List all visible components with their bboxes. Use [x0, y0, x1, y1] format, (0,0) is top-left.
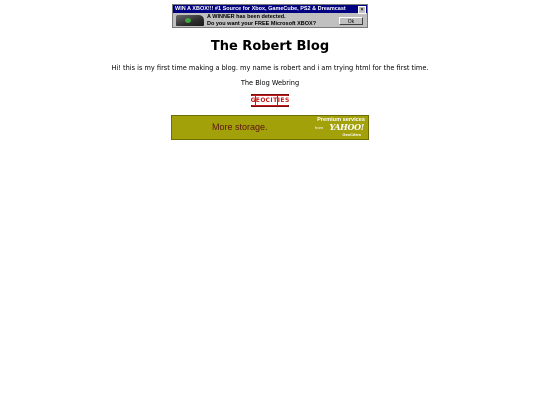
logo-letter: E: [255, 96, 260, 105]
logo-letter: O: [260, 96, 266, 105]
xbox-console-icon: [176, 15, 204, 26]
ad-from-label: from: [315, 125, 323, 130]
intro-paragraph: Hi! this is my first time making a blog.…: [111, 64, 429, 72]
webring-label: The Blog Webring: [240, 79, 300, 87]
logo-letter: C: [265, 96, 270, 105]
logo-letter: T: [273, 96, 278, 105]
xbox-banner-ad[interactable]: WIN A XBOX!!! #1 Source for Xbox, GameCu…: [172, 4, 368, 28]
ad-ok-button[interactable]: Ok: [339, 17, 363, 25]
logo-letter: G: [250, 96, 256, 105]
ad-titlebar: WIN A XBOX!!! #1 Source for Xbox, GameCu…: [173, 5, 367, 14]
yahoo-geocities-banner-ad[interactable]: More storage. Premium services from YAHO…: [171, 115, 369, 140]
web-page: WIN A XBOX!!! #1 Source for Xbox, GameCu…: [0, 0, 540, 405]
ad-message-line-2: Do you want your FREE Microsoft XBOX?: [207, 20, 317, 27]
ad-headline: More storage.: [212, 122, 268, 132]
ad-message: A WINNER has been detected. Do you want …: [207, 14, 316, 27]
logo-letter: E: [280, 96, 285, 105]
ad-body: A WINNER has been detected. Do you want …: [173, 13, 367, 27]
geocities-sub-brand: GeoCities: [342, 132, 361, 137]
page-title: The Robert Blog: [210, 39, 330, 54]
ad-title-text: WIN A XBOX!!! #1 Source for Xbox, GameCu…: [175, 6, 346, 12]
yahoo-logo: YAHOO!: [329, 122, 364, 132]
logo-letter: S: [285, 96, 290, 105]
geocities-logo[interactable]: G E O C I T I E S: [250, 94, 290, 107]
